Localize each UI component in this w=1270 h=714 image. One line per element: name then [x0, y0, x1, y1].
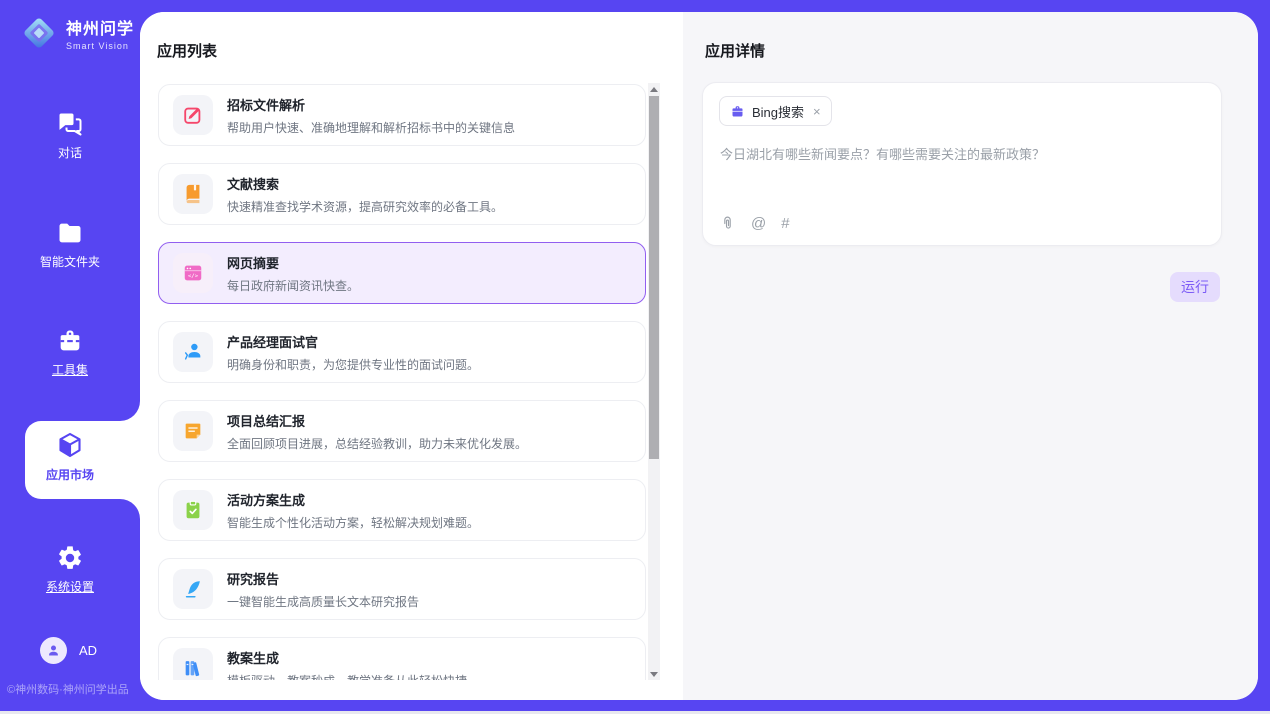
app-card-bid-analysis[interactable]: 招标文件解析 帮助用户快速、准确地理解和解析招标书中的关键信息: [158, 84, 646, 146]
app-card-desc: 每日政府新闻资讯快查。: [227, 277, 359, 294]
mention-icon[interactable]: @: [751, 215, 766, 232]
svg-text:</>: </>: [188, 273, 199, 279]
person-icon: [46, 643, 61, 658]
sidebar-item-app-market[interactable]: 应用市场: [0, 430, 140, 483]
tool-tag-bing-search[interactable]: Bing搜索 ×: [719, 96, 832, 126]
edit-square-icon: [182, 104, 204, 126]
app-card-desc: 模板驱动，教案秒成，教学准备从此轻松快捷: [227, 672, 467, 681]
app-card-project-summary[interactable]: 项目总结汇报 全面回顾项目进展，总结经验教训，助力未来优化发展。: [158, 400, 646, 462]
app-card-title: 研究报告: [227, 569, 419, 588]
brand-logo-icon: [20, 14, 58, 52]
prompt-input-card[interactable]: Bing搜索 × 今日湖北有哪些新闻要点？有哪些需要关注的最新政策？ @ #: [702, 82, 1222, 246]
quill-icon: [182, 578, 204, 600]
run-button[interactable]: 运行: [1170, 272, 1220, 302]
app-card-title: 活动方案生成: [227, 490, 479, 509]
interviewer-icon: [182, 341, 204, 363]
sidebar-item-toolbox[interactable]: 工具集: [0, 327, 140, 378]
books-icon: [182, 657, 204, 679]
sidebar-item-label: 系统设置: [0, 578, 140, 595]
sidebar-item-smart-folder[interactable]: 智能文件夹: [0, 219, 140, 270]
bubble-notch-top: [120, 401, 140, 421]
browser-code-icon: </>: [182, 262, 204, 284]
sidebar: 神州问学 Smart Vision 对话 智能文件夹 工具集: [0, 0, 140, 714]
app-card-desc: 明确身份和职责，为您提供专业性的面试问题。: [227, 356, 479, 373]
toolbox-icon: [56, 327, 84, 355]
scrollbar-thumb[interactable]: [649, 96, 659, 459]
briefcase-icon: [730, 104, 745, 119]
app-card-title: 项目总结汇报: [227, 411, 527, 430]
app-list-panel: 应用列表 招标文件解析 帮助用户快速、准确地理解和解析招标书中的关键信息: [140, 12, 683, 700]
app-card-desc: 全面回顾项目进展，总结经验教训，助力未来优化发展。: [227, 435, 527, 452]
app-card-title: 教案生成: [227, 648, 467, 667]
main-surface: 应用列表 招标文件解析 帮助用户快速、准确地理解和解析招标书中的关键信息: [140, 12, 1258, 700]
bubble-notch-bottom: [120, 499, 140, 519]
book-icon: [182, 183, 204, 205]
app-card-desc: 一键智能生成高质量长文本研究报告: [227, 593, 419, 610]
scrollbar[interactable]: [648, 83, 660, 680]
user-name: AD: [79, 643, 97, 658]
copyright-footer: ©神州数码·神州问学出品: [7, 681, 129, 697]
app-card-title: 文献搜索: [227, 174, 503, 193]
app-card-title: 招标文件解析: [227, 95, 515, 114]
app-card-lesson-plan[interactable]: 教案生成 模板驱动，教案秒成，教学准备从此轻松快捷: [158, 637, 646, 680]
app-card-research-report[interactable]: 研究报告 一键智能生成高质量长文本研究报告: [158, 558, 646, 620]
app-list-title: 应用列表: [157, 40, 217, 61]
app-list: 招标文件解析 帮助用户快速、准确地理解和解析招标书中的关键信息 文献搜索 快速精…: [140, 83, 683, 680]
app-card-event-plan[interactable]: 活动方案生成 智能生成个性化活动方案，轻松解决规划难题。: [158, 479, 646, 541]
app-card-web-summary[interactable]: </> 网页摘要 每日政府新闻资讯快查。: [158, 242, 646, 304]
sidebar-item-label: 应用市场: [0, 466, 140, 483]
tool-tag-label: Bing搜索: [752, 102, 804, 121]
sidebar-item-label: 对话: [0, 144, 140, 161]
avatar: [40, 637, 67, 664]
user-account[interactable]: AD: [40, 637, 97, 664]
clipboard-check-icon: [182, 499, 204, 521]
brand: 神州问学 Smart Vision: [20, 14, 134, 52]
app-detail-panel: 应用详情 Bing搜索 × 今日湖北有哪些新闻要点？有哪些需要关注的最新政策？ …: [683, 12, 1258, 700]
topic-icon[interactable]: #: [781, 215, 789, 232]
attachment-icon[interactable]: [719, 215, 736, 232]
app-detail-title: 应用详情: [705, 40, 765, 61]
tag-close-icon[interactable]: ×: [813, 104, 821, 119]
app-card-desc: 快速精准查找学术资源，提高研究效率的必备工具。: [227, 198, 503, 215]
note-icon: [182, 420, 204, 442]
brand-name: 神州问学: [66, 15, 134, 39]
sidebar-item-settings[interactable]: 系统设置: [0, 544, 140, 595]
folder-icon: [56, 219, 84, 247]
cube-icon: [55, 430, 85, 460]
sidebar-item-label: 智能文件夹: [0, 253, 140, 270]
app-card-title: 产品经理面试官: [227, 332, 479, 351]
app-card-literature-search[interactable]: 文献搜索 快速精准查找学术资源，提高研究效率的必备工具。: [158, 163, 646, 225]
chat-icon: [56, 110, 84, 138]
app-card-desc: 帮助用户快速、准确地理解和解析招标书中的关键信息: [227, 119, 515, 136]
sidebar-item-label: 工具集: [0, 361, 140, 378]
brand-subtitle: Smart Vision: [66, 41, 134, 51]
input-toolbar: @ #: [719, 215, 790, 232]
app-card-pm-interviewer[interactable]: 产品经理面试官 明确身份和职责，为您提供专业性的面试问题。: [158, 321, 646, 383]
sidebar-item-chat[interactable]: 对话: [0, 110, 140, 161]
app-card-desc: 智能生成个性化活动方案，轻松解决规划难题。: [227, 514, 479, 531]
app-card-title: 网页摘要: [227, 253, 359, 272]
scrollbar-down-icon[interactable]: [648, 668, 660, 680]
scrollbar-up-icon[interactable]: [648, 83, 660, 95]
gear-icon: [56, 544, 84, 572]
query-text[interactable]: 今日湖北有哪些新闻要点？有哪些需要关注的最新政策？: [720, 145, 1200, 165]
